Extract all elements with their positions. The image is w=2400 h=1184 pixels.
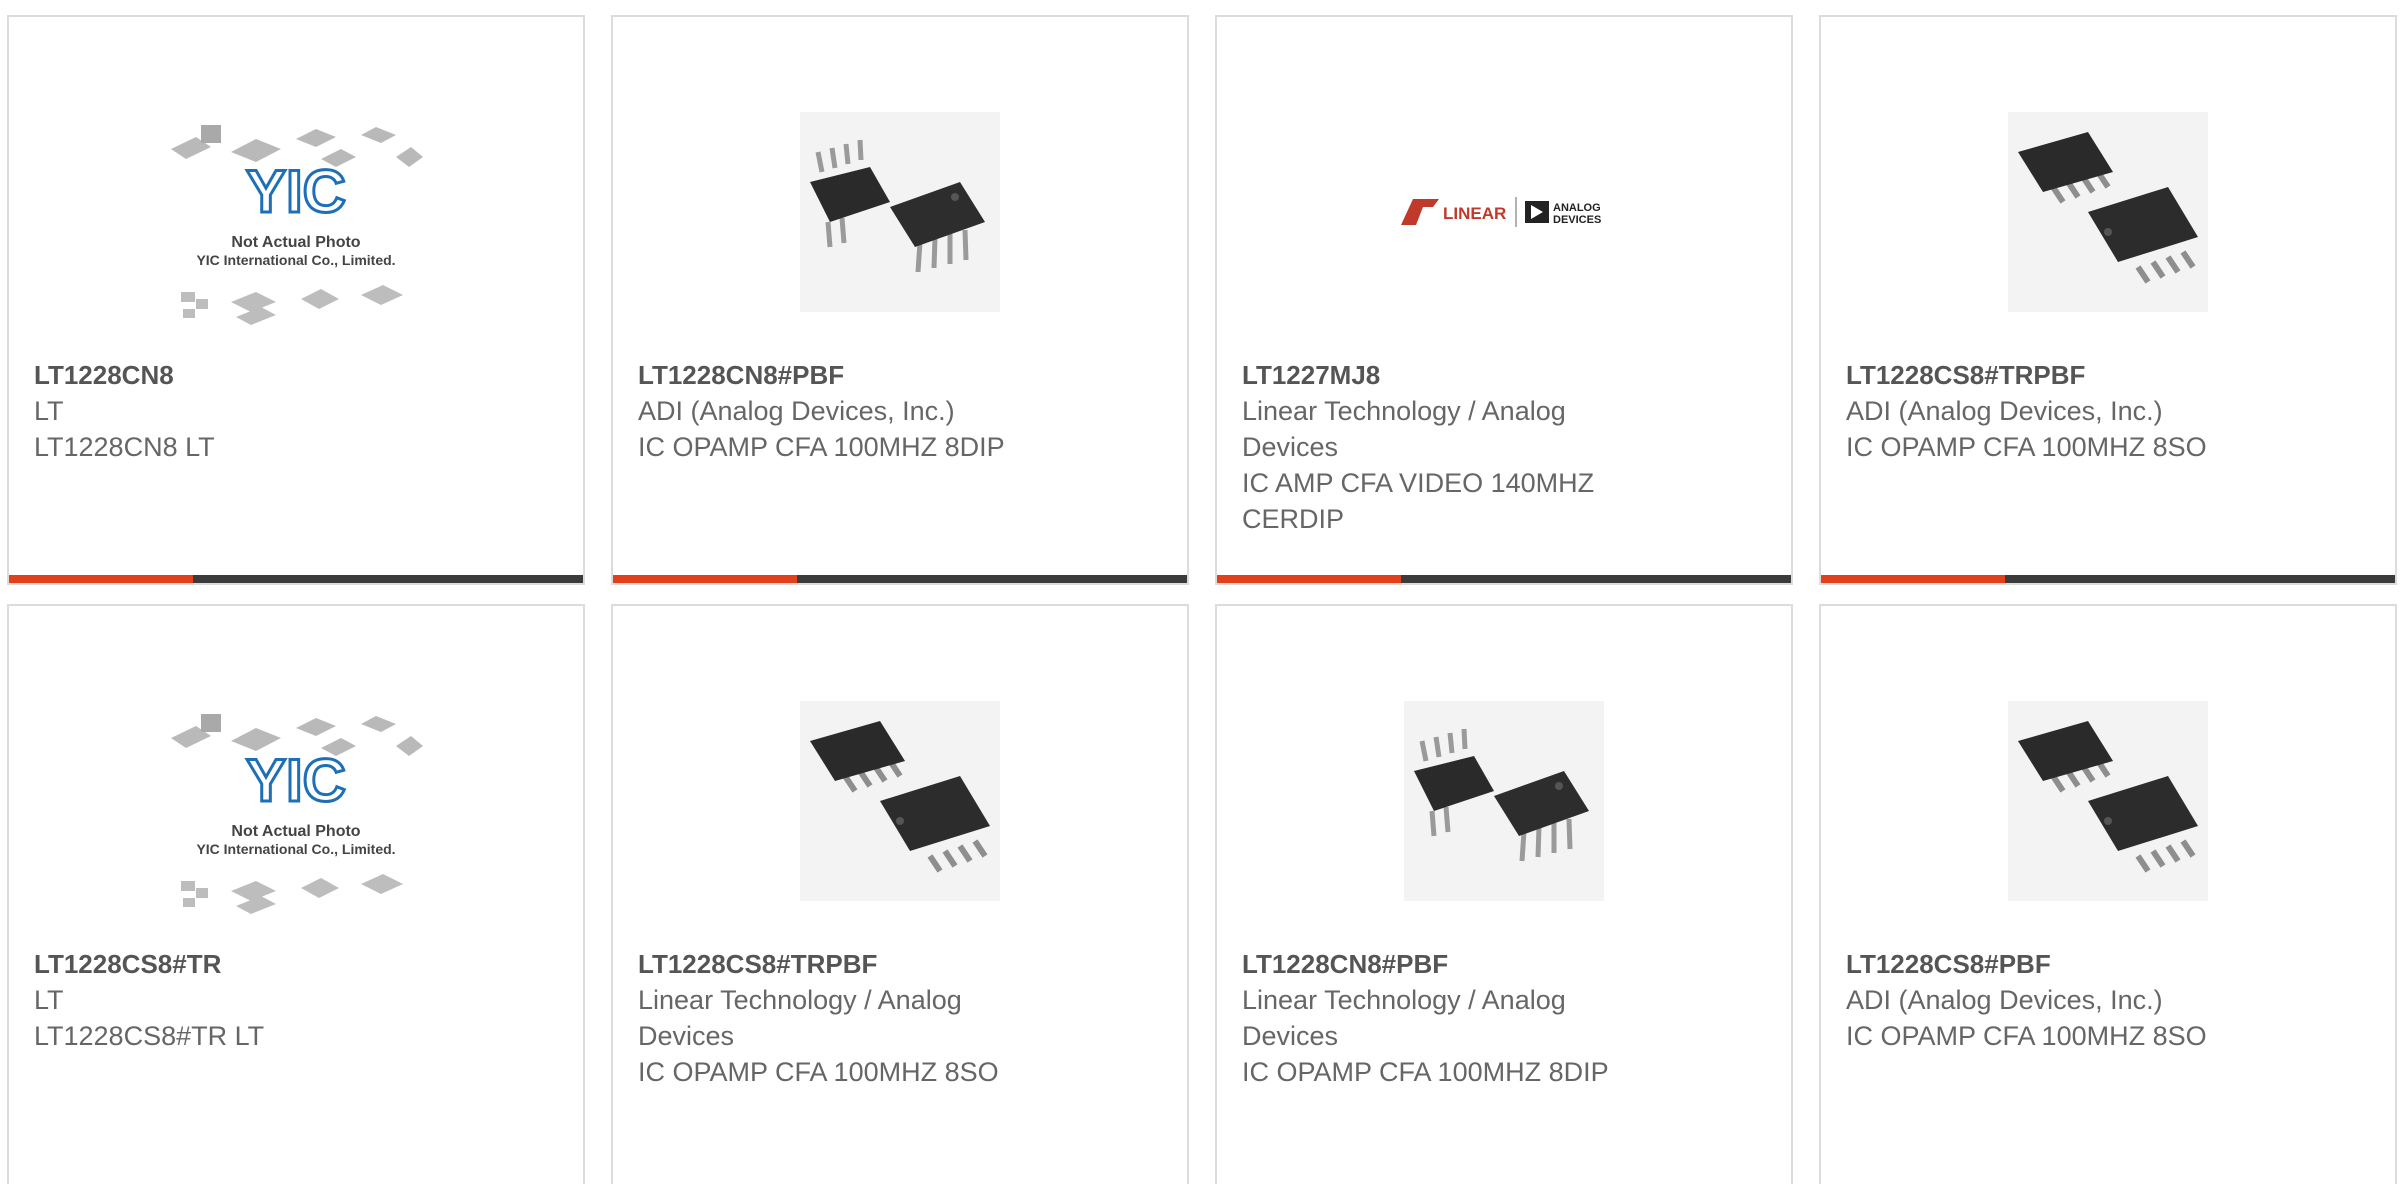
part-number-link[interactable]: LT1228CN8	[34, 357, 454, 393]
product-info: LT1228CN8 LT LT1228CN8 LT	[34, 357, 454, 465]
linear-adi-logo: LINEAR ANALOG DEVICES	[1401, 197, 1601, 227]
product-image-so8[interactable]	[1821, 87, 2395, 337]
product-grid: YIC Not Actual Photo YIC International C…	[0, 0, 2400, 1184]
dip8-chip-photo	[1404, 701, 1604, 901]
svg-text:LINEAR: LINEAR	[1443, 204, 1506, 223]
product-image-so8[interactable]	[1821, 676, 2395, 926]
card-accent-bar	[9, 575, 583, 583]
part-number-link[interactable]: LT1228CS8#TRPBF	[1846, 357, 2266, 393]
description: IC OPAMP CFA 100MHZ 8DIP	[1242, 1057, 1609, 1087]
svg-text:Not Actual Photo: Not Actual Photo	[231, 823, 360, 840]
manufacturer: ADI (Analog Devices, Inc.)	[1846, 396, 2163, 426]
product-card[interactable]: LT1228CS8#TRPBF Linear Technology / Anal…	[611, 604, 1189, 1184]
svg-text:Not Actual Photo: Not Actual Photo	[231, 234, 360, 251]
product-card[interactable]: YIC Not Actual Photo YIC International C…	[7, 604, 585, 1184]
part-number-link[interactable]: LT1228CN8#PBF	[638, 357, 1058, 393]
description: IC AMP CFA VIDEO 140MHZ CERDIP	[1242, 468, 1595, 534]
product-card[interactable]: LT1228CN8#PBF ADI (Analog Devices, Inc.)…	[611, 15, 1189, 585]
part-number-link[interactable]: LT1227MJ8	[1242, 357, 1662, 393]
manufacturer: Linear Technology / Analog Devices	[1242, 985, 1566, 1051]
description: IC OPAMP CFA 100MHZ 8SO	[1846, 1021, 2207, 1051]
product-image-brand-logo[interactable]: LINEAR ANALOG DEVICES	[1217, 87, 1791, 337]
product-image-yic-placeholder[interactable]: YIC Not Actual Photo YIC International C…	[9, 87, 583, 337]
product-info: LT1228CN8#PBF Linear Technology / Analog…	[1242, 946, 1662, 1090]
manufacturer: ADI (Analog Devices, Inc.)	[1846, 985, 2163, 1015]
product-info: LT1228CS8#TR LT LT1228CS8#TR LT	[34, 946, 454, 1054]
part-number-link[interactable]: LT1228CN8#PBF	[1242, 946, 1662, 982]
product-info: LT1228CS8#TRPBF ADI (Analog Devices, Inc…	[1846, 357, 2266, 465]
manufacturer: Linear Technology / Analog Devices	[638, 985, 962, 1051]
product-info: LT1228CS8#PBF ADI (Analog Devices, Inc.)…	[1846, 946, 2266, 1054]
description: IC OPAMP CFA 100MHZ 8SO	[638, 1057, 999, 1087]
product-image-yic-placeholder[interactable]: YIC Not Actual Photo YIC International C…	[9, 676, 583, 926]
svg-text:DEVICES: DEVICES	[1553, 214, 1601, 226]
product-image-dip8[interactable]	[1217, 676, 1791, 926]
product-card[interactable]: LT1228CS8#TRPBF ADI (Analog Devices, Inc…	[1819, 15, 2397, 585]
yic-logo-text: YIC	[246, 747, 346, 814]
svg-text:YIC International Co., Limited: YIC International Co., Limited.	[196, 252, 395, 268]
product-info: LT1227MJ8 Linear Technology / Analog Dev…	[1242, 357, 1662, 537]
description: LT1228CS8#TR LT	[34, 1021, 265, 1051]
manufacturer: ADI (Analog Devices, Inc.)	[638, 396, 955, 426]
yic-logo-text: YIC	[246, 158, 346, 225]
manufacturer: LT	[34, 985, 64, 1015]
product-card[interactable]: YIC Not Actual Photo YIC International C…	[7, 15, 585, 585]
so8-chip-photo	[800, 701, 1000, 901]
manufacturer: LT	[34, 396, 64, 426]
product-info: LT1228CN8#PBF ADI (Analog Devices, Inc.)…	[638, 357, 1058, 465]
card-accent-bar	[1821, 575, 2395, 583]
dip8-chip-photo	[800, 112, 1000, 312]
so8-chip-photo	[2008, 701, 2208, 901]
product-image-so8[interactable]	[613, 676, 1187, 926]
product-image-dip8[interactable]	[613, 87, 1187, 337]
product-card[interactable]: LT1228CN8#PBF Linear Technology / Analog…	[1215, 604, 1793, 1184]
description: LT1228CN8 LT	[34, 432, 215, 462]
part-number-link[interactable]: LT1228CS8#TR	[34, 946, 454, 982]
svg-text:YIC International Co., Limited: YIC International Co., Limited.	[196, 841, 395, 857]
card-accent-bar	[613, 575, 1187, 583]
svg-text:ANALOG: ANALOG	[1553, 202, 1601, 214]
description: IC OPAMP CFA 100MHZ 8DIP	[638, 432, 1005, 462]
part-number-link[interactable]: LT1228CS8#PBF	[1846, 946, 2266, 982]
product-card[interactable]: LT1228CS8#PBF ADI (Analog Devices, Inc.)…	[1819, 604, 2397, 1184]
so8-chip-photo	[2008, 112, 2208, 312]
manufacturer: Linear Technology / Analog Devices	[1242, 396, 1566, 462]
card-accent-bar	[1217, 575, 1791, 583]
product-info: LT1228CS8#TRPBF Linear Technology / Anal…	[638, 946, 1058, 1090]
part-number-link[interactable]: LT1228CS8#TRPBF	[638, 946, 1058, 982]
description: IC OPAMP CFA 100MHZ 8SO	[1846, 432, 2207, 462]
product-card[interactable]: LINEAR ANALOG DEVICES LT1227MJ8 Linear T…	[1215, 15, 1793, 585]
